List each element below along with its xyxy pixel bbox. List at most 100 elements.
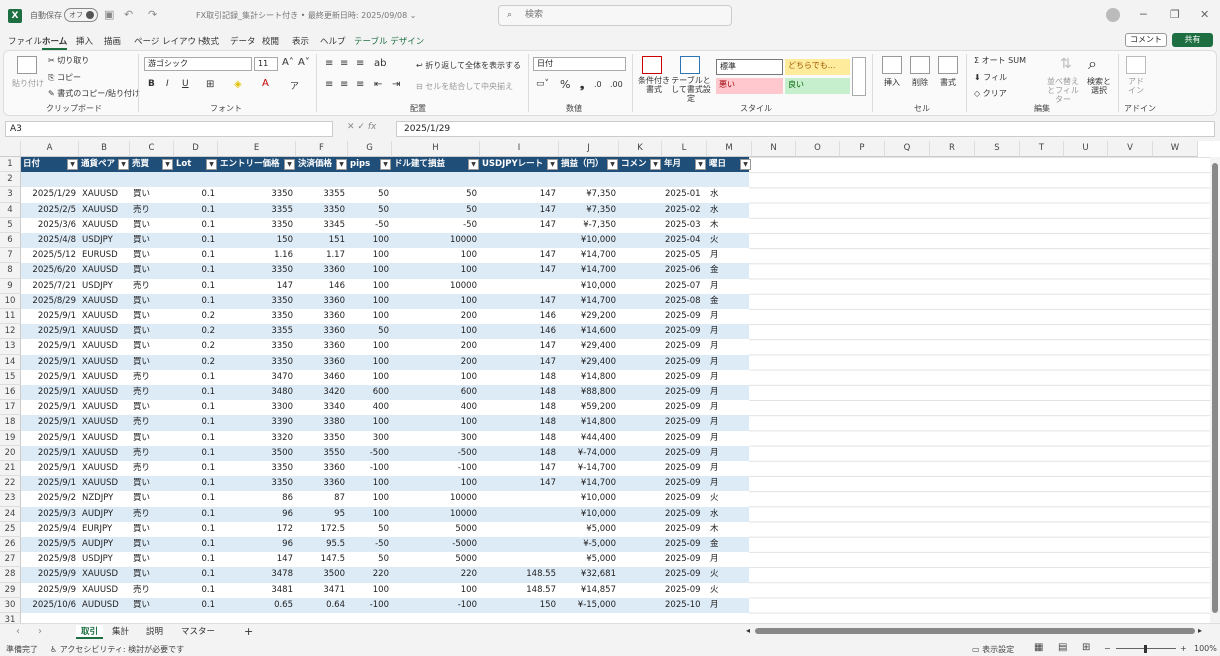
table-cell[interactable]: ¥5,000 bbox=[559, 552, 619, 567]
conditional-format-icon[interactable] bbox=[642, 56, 662, 74]
column-header-m[interactable]: M bbox=[707, 141, 752, 157]
table-cell[interactable]: ¥-14,700 bbox=[559, 461, 619, 476]
table-cell[interactable]: 3350 bbox=[296, 431, 348, 446]
table-cell[interactable]: 3360 bbox=[296, 294, 348, 309]
table-cell[interactable]: -100 bbox=[392, 461, 480, 476]
add-sheet-icon[interactable]: + bbox=[244, 625, 253, 638]
table-cell[interactable]: 2025-09 bbox=[662, 583, 707, 598]
table-cell[interactable]: USDJPY bbox=[79, 279, 130, 294]
table-header-cell[interactable]: コメント bbox=[619, 157, 649, 172]
table-cell[interactable]: 147 bbox=[480, 355, 559, 370]
table-cell[interactable] bbox=[619, 218, 662, 233]
table-cell[interactable]: 水 bbox=[707, 187, 752, 202]
menu-data[interactable]: データ bbox=[230, 35, 256, 47]
table-cell[interactable]: 火 bbox=[707, 583, 752, 598]
table-cell[interactable]: 147 bbox=[480, 263, 559, 278]
table-cell[interactable]: 0.1 bbox=[174, 567, 218, 582]
menu-table-design[interactable]: テーブル デザイン bbox=[354, 35, 424, 47]
row-header[interactable]: 30 bbox=[0, 597, 21, 613]
table-header-cell[interactable]: 日付 bbox=[21, 157, 66, 172]
autosave-toggle[interactable]: オフ bbox=[64, 8, 98, 22]
table-cell[interactable]: 2025-09 bbox=[662, 461, 707, 476]
table-cell[interactable]: 2025-09 bbox=[662, 491, 707, 506]
column-header-i[interactable]: I bbox=[480, 141, 559, 157]
table-cell[interactable]: 3355 bbox=[218, 203, 296, 218]
table-cell[interactable]: 2025/9/1 bbox=[21, 324, 79, 339]
table-cell[interactable]: 2025-04 bbox=[662, 233, 707, 248]
table-cell[interactable]: 2025/9/1 bbox=[21, 461, 79, 476]
table-cell[interactable]: 買い bbox=[130, 324, 174, 339]
table-cell[interactable]: 147 bbox=[218, 279, 296, 294]
table-cell[interactable]: 148 bbox=[480, 400, 559, 415]
table-cell[interactable]: 月 bbox=[707, 385, 752, 400]
table-cell[interactable]: 買い bbox=[130, 294, 174, 309]
table-cell[interactable]: XAUUSD bbox=[79, 400, 130, 415]
table-cell[interactable]: 147 bbox=[480, 187, 559, 202]
table-cell[interactable]: 買い bbox=[130, 339, 174, 354]
table-cell[interactable]: 2025-09 bbox=[662, 567, 707, 582]
table-cell[interactable] bbox=[480, 552, 559, 567]
column-header-g[interactable]: G bbox=[348, 141, 392, 157]
row-header[interactable]: 28 bbox=[0, 567, 21, 583]
table-cell[interactable]: 147 bbox=[480, 203, 559, 218]
table-cell[interactable]: 86 bbox=[218, 491, 296, 506]
table-cell[interactable]: 100 bbox=[348, 491, 392, 506]
table-cell[interactable]: 2025-09 bbox=[662, 431, 707, 446]
table-cell[interactable] bbox=[619, 461, 662, 476]
table-cell[interactable]: 3350 bbox=[218, 309, 296, 324]
table-cell[interactable]: 50 bbox=[392, 187, 480, 202]
table-cell[interactable]: 買い bbox=[130, 476, 174, 491]
format-cells-icon[interactable] bbox=[938, 56, 958, 74]
table-cell[interactable]: ¥14,800 bbox=[559, 415, 619, 430]
table-cell[interactable]: 0.1 bbox=[174, 431, 218, 446]
table-cell[interactable]: XAUUSD bbox=[79, 583, 130, 598]
redo-icon[interactable]: ↷ bbox=[148, 8, 157, 21]
table-cell[interactable]: 3470 bbox=[218, 370, 296, 385]
table-cell[interactable]: AUDUSD bbox=[79, 598, 130, 613]
table-cell[interactable]: -100 bbox=[392, 598, 480, 613]
table-cell[interactable] bbox=[619, 400, 662, 415]
table-cell[interactable]: 2025-07 bbox=[662, 279, 707, 294]
table-cell[interactable]: 100 bbox=[392, 415, 480, 430]
table-cell[interactable]: ¥10,000 bbox=[559, 491, 619, 506]
table-header-cell[interactable]: ドル建て損益 bbox=[392, 157, 467, 172]
table-cell[interactable]: 2025/6/20 bbox=[21, 263, 79, 278]
table-cell[interactable]: 2025/9/1 bbox=[21, 370, 79, 385]
table-header-cell[interactable]: pips bbox=[348, 157, 379, 172]
table-cell[interactable]: 100 bbox=[348, 583, 392, 598]
row-header[interactable]: 8 bbox=[0, 263, 21, 279]
conditional-format-button[interactable]: 条件付き書式 bbox=[637, 76, 671, 94]
table-cell[interactable]: 3360 bbox=[296, 324, 348, 339]
table-cell[interactable]: 3350 bbox=[218, 476, 296, 491]
table-cell[interactable]: 2025-05 bbox=[662, 248, 707, 263]
table-cell[interactable]: XAUUSD bbox=[79, 370, 130, 385]
column-header-f[interactable]: F bbox=[296, 141, 348, 157]
table-header-cell[interactable]: 決済価格 bbox=[296, 157, 335, 172]
table-cell[interactable]: 2025/9/2 bbox=[21, 491, 79, 506]
table-cell[interactable]: 0.1 bbox=[174, 491, 218, 506]
table-cell[interactable] bbox=[619, 507, 662, 522]
table-cell[interactable]: 買い bbox=[130, 567, 174, 582]
table-cell[interactable]: 2025-09 bbox=[662, 552, 707, 567]
font-size-select[interactable]: 11 bbox=[254, 57, 278, 71]
filter-dropdown-icon[interactable]: ▼ bbox=[380, 159, 391, 170]
table-header-cell[interactable]: 損益（円） bbox=[559, 157, 606, 172]
table-cell[interactable]: ¥-5,000 bbox=[559, 537, 619, 552]
table-cell[interactable]: 100 bbox=[348, 248, 392, 263]
table-cell[interactable]: 100 bbox=[348, 476, 392, 491]
table-cell[interactable]: 買い bbox=[130, 355, 174, 370]
table-cell[interactable] bbox=[619, 339, 662, 354]
table-cell[interactable]: ¥14,800 bbox=[559, 370, 619, 385]
table-cell[interactable]: ¥32,681 bbox=[559, 567, 619, 582]
table-cell[interactable]: 金 bbox=[707, 263, 752, 278]
row-header[interactable]: 12 bbox=[0, 324, 21, 340]
row-header[interactable]: 19 bbox=[0, 430, 21, 446]
table-cell[interactable]: 10000 bbox=[392, 279, 480, 294]
table-cell[interactable]: XAUUSD bbox=[79, 431, 130, 446]
table-cell[interactable]: 96 bbox=[218, 507, 296, 522]
table-cell[interactable]: 0.1 bbox=[174, 233, 218, 248]
table-cell[interactable]: 2025-09 bbox=[662, 400, 707, 415]
table-cell[interactable]: 0.1 bbox=[174, 583, 218, 598]
table-cell[interactable]: 3390 bbox=[218, 415, 296, 430]
table-cell[interactable]: -100 bbox=[348, 461, 392, 476]
